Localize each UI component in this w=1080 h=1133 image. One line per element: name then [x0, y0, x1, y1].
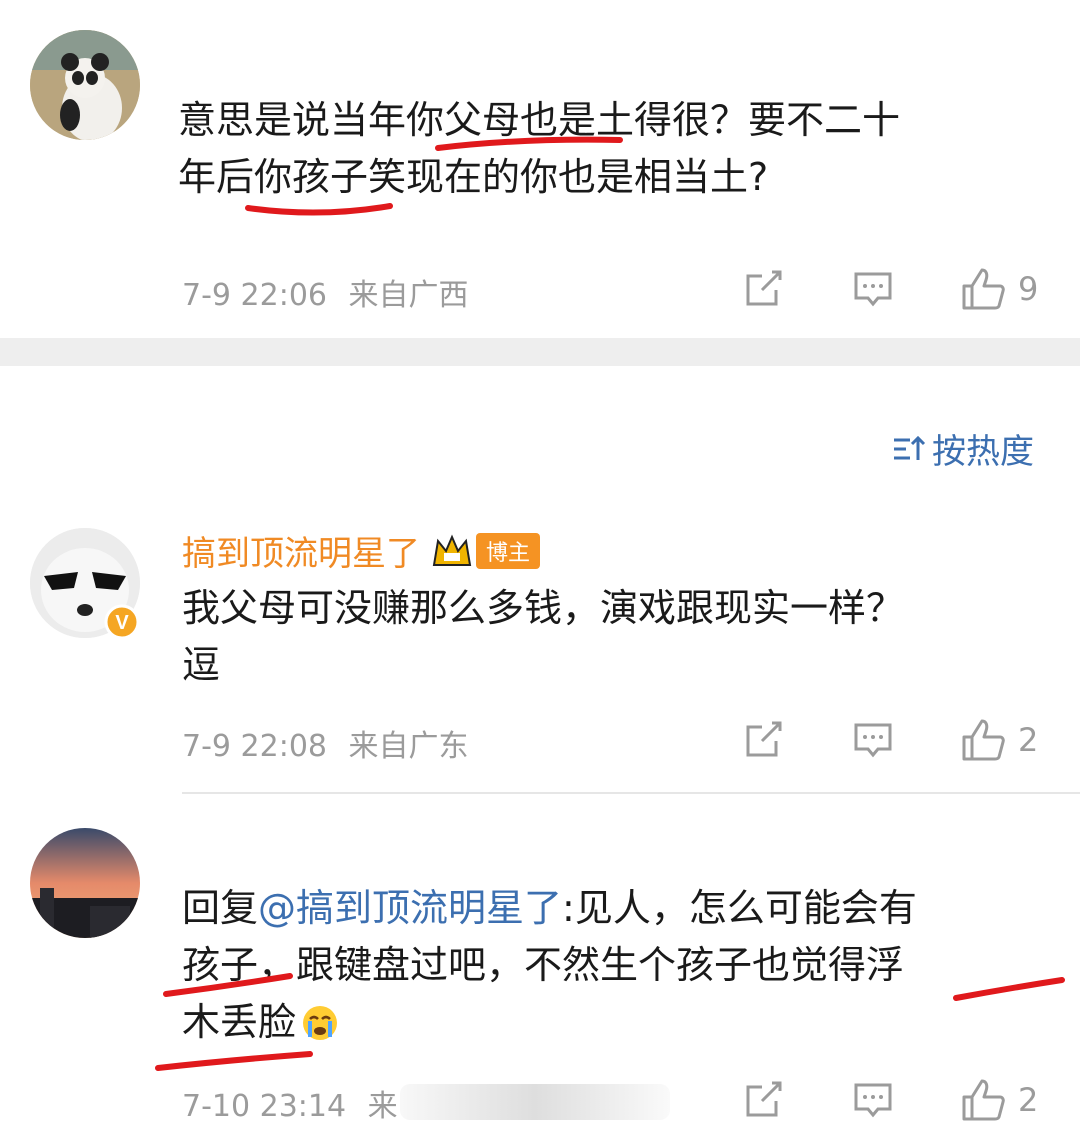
comment-meta: 7-9 22:08 来自广东	[182, 721, 469, 765]
comment-time: 7-9 22:06	[182, 278, 327, 313]
author-badge: 博主	[476, 532, 541, 569]
comment-text: 意思是说当年你父母也是土得很？要不二十 年后你孩子笑现在的你也是相当土?	[178, 92, 1038, 206]
share-button[interactable]	[742, 719, 784, 761]
svg-text:V: V	[115, 612, 129, 634]
sort-label: 按热度	[932, 432, 1034, 472]
like-icon	[962, 268, 1005, 310]
share-icon	[746, 1081, 782, 1117]
reply-button[interactable]	[852, 1079, 894, 1121]
comment-line: 我父母可没赚那么多钱，演戏跟现实一样？	[182, 586, 905, 630]
comment-icon	[854, 1083, 892, 1118]
reply-button[interactable]	[852, 268, 894, 310]
like-button[interactable]: 2	[960, 1077, 1038, 1123]
verified-icon: V	[104, 604, 140, 640]
reply-prefix: 回复	[182, 886, 259, 930]
share-icon	[746, 270, 782, 306]
avatar[interactable]	[30, 30, 140, 140]
crown-icon	[432, 533, 472, 566]
comment-line: 回复@搞到顶流明星了:见人，怎么可能会有	[182, 880, 1042, 937]
comment-time: 7-10 23:14	[182, 1089, 347, 1124]
like-count: 2	[1018, 721, 1039, 759]
watermark-blur	[400, 1084, 670, 1120]
reply-button[interactable]	[852, 719, 894, 761]
comment-text: 回复@搞到顶流明星了:见人，怎么可能会有 孩子，跟键盘过吧，不然生个孩子也觉得浮…	[182, 880, 1042, 1051]
comment-icon	[854, 723, 892, 758]
comment-text: 我父母可没赚那么多钱，演戏跟现实一样？ 逗	[182, 580, 1042, 694]
crying-emoji-icon	[303, 1005, 338, 1040]
username[interactable]: 搞到顶流明星了	[182, 526, 420, 575]
share-icon	[746, 721, 782, 757]
like-count: 2	[1018, 1081, 1039, 1119]
comment-line: 木丢脸	[182, 994, 1042, 1051]
comment-line: 逗	[182, 643, 221, 687]
comment-time: 7-9 22:08	[182, 729, 327, 764]
comment-line-text: 木丢脸	[182, 1000, 297, 1044]
section-divider	[0, 338, 1080, 366]
comment-meta: 7-10 23:14 来	[182, 1081, 398, 1125]
like-button[interactable]: 2	[960, 717, 1038, 763]
comment-header: 搞到顶流明星了 博主	[182, 526, 541, 575]
share-button[interactable]	[742, 1079, 784, 1121]
comment-actions: 2	[742, 1077, 1038, 1123]
like-count: 9	[1018, 270, 1039, 308]
sort-icon	[894, 435, 926, 460]
sort-toggle[interactable]: 按热度	[892, 424, 1034, 473]
comment-actions: 2	[742, 717, 1038, 763]
comment-line: 意思是说当年你父母也是土得很？要不二十	[178, 98, 901, 142]
comment-actions: 9	[742, 266, 1038, 312]
user-mention[interactable]: @搞到顶流明星了	[258, 886, 562, 930]
avatar[interactable]	[30, 828, 140, 938]
comment-location: 来	[367, 1089, 398, 1124]
comment-location: 来自广西	[348, 278, 469, 313]
comment-location: 来自广东	[348, 729, 469, 764]
comment-line: 年后你孩子笑现在的你也是相当土?	[178, 155, 769, 199]
like-button[interactable]: 9	[960, 266, 1038, 312]
comment-meta: 7-9 22:06 来自广西	[182, 270, 469, 314]
comment-separator	[182, 792, 1080, 794]
share-button[interactable]	[742, 268, 784, 310]
comment-icon	[854, 272, 892, 307]
reply-text: :见人，怎么可能会有	[562, 886, 917, 930]
comment-line: 孩子，跟键盘过吧，不然生个孩子也觉得浮	[182, 943, 905, 987]
like-icon	[962, 1079, 1005, 1121]
like-icon	[962, 719, 1005, 761]
